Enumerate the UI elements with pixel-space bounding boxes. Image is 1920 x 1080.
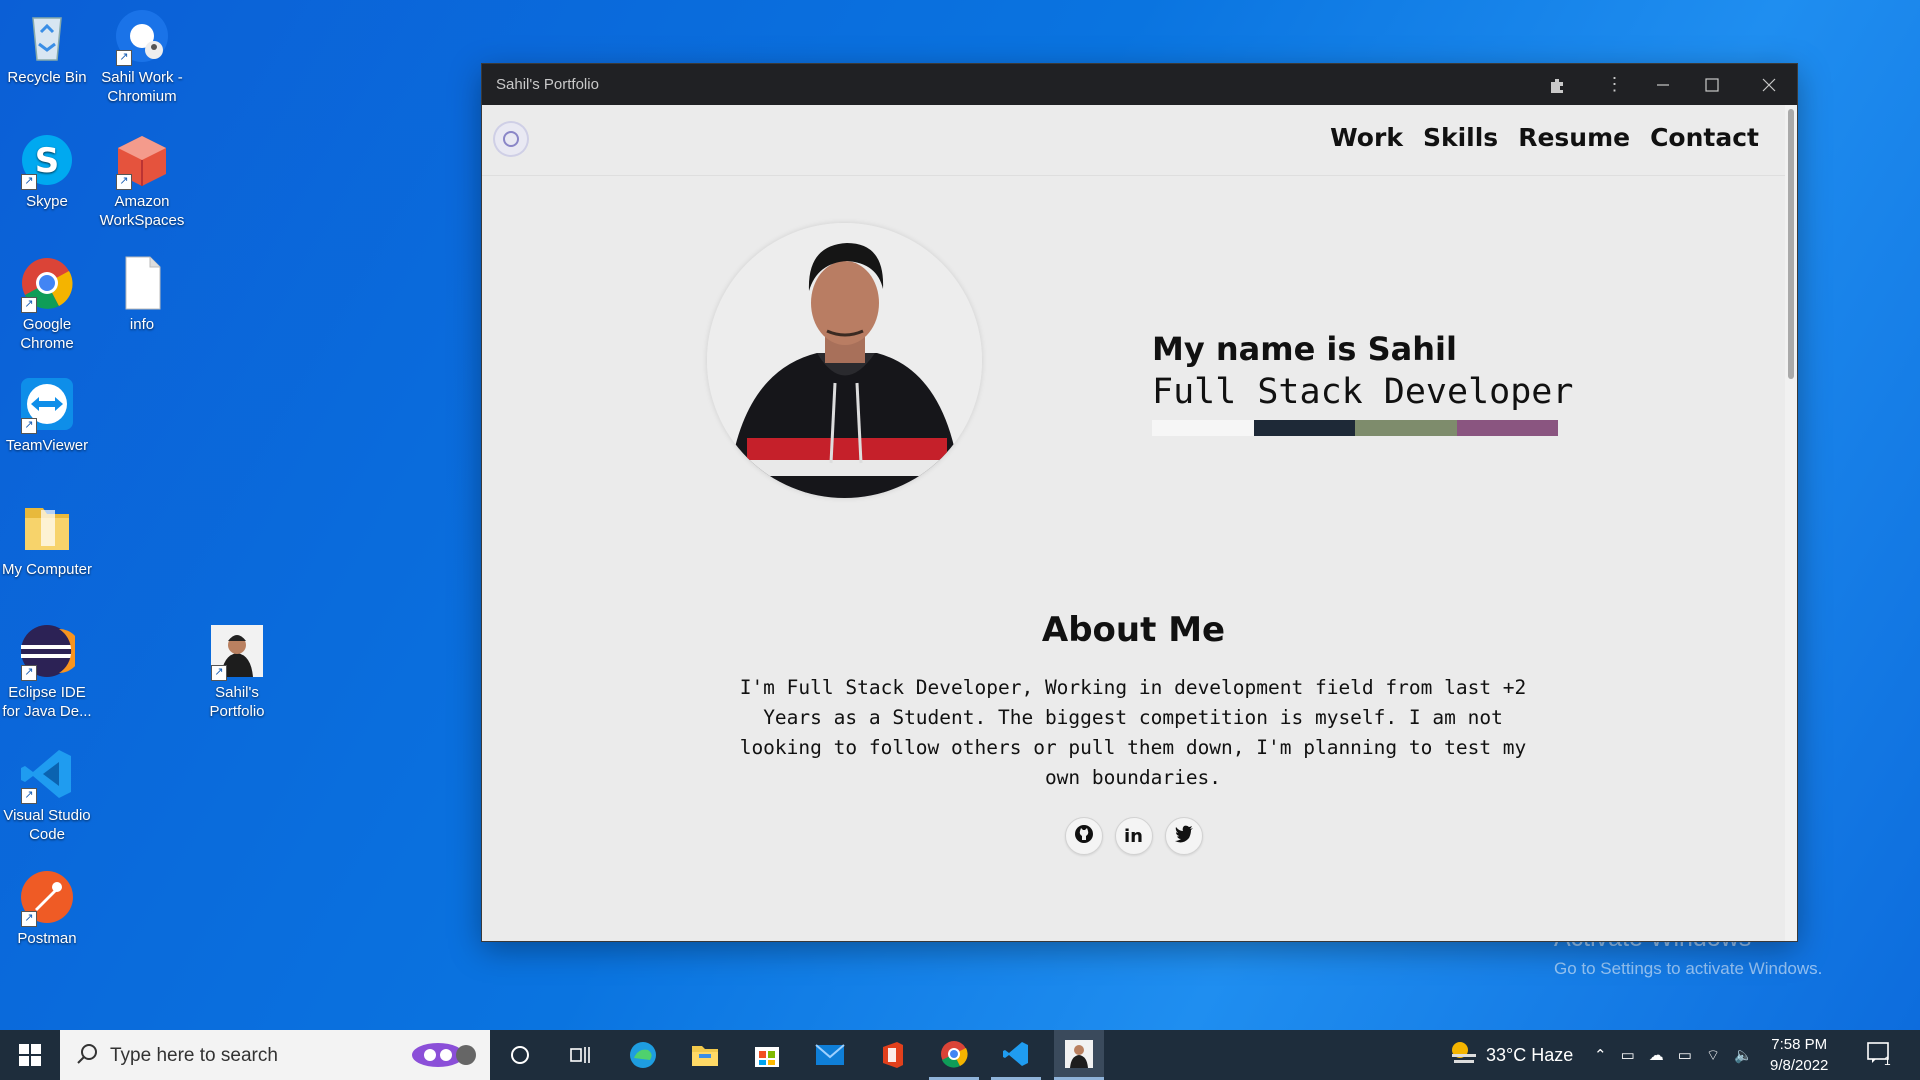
scrollbar-thumb[interactable]	[1788, 109, 1794, 379]
palette-swatch	[1456, 420, 1558, 436]
desktop-icon-google-chrome[interactable]: ↗ Google Chrome	[0, 255, 95, 353]
battery-icon[interactable]: ▭	[1678, 1046, 1692, 1064]
window-title: Sahil's Portfolio	[496, 76, 599, 93]
desktop-icon-postman[interactable]: ↗ Postman	[0, 869, 95, 948]
taskbar-search-box[interactable]: Type here to search	[60, 1030, 490, 1080]
desktop-icon-recycle-bin[interactable]: Recycle Bin	[0, 8, 95, 87]
search-icon	[76, 1043, 98, 1070]
notification-count: 1	[1884, 1054, 1891, 1068]
cortana-icon[interactable]	[495, 1030, 545, 1080]
site-navbar: Work Skills Resume Contact	[482, 105, 1785, 176]
nav-work[interactable]: Work	[1330, 123, 1403, 152]
portfolio-page: Work Skills Resume Contact My name is Sa…	[482, 105, 1785, 941]
edge-taskbar-icon[interactable]	[618, 1030, 668, 1080]
task-view-icon[interactable]	[555, 1030, 605, 1080]
wifi-icon[interactable]: ⌔	[1706, 1046, 1720, 1065]
twitter-icon	[1174, 825, 1194, 848]
nav-contact[interactable]: Contact	[1650, 123, 1759, 152]
more-menu-icon[interactable]: ⋮	[1586, 64, 1643, 105]
volume-icon[interactable]: 🔈	[1734, 1046, 1753, 1064]
recycle-bin-icon	[19, 8, 75, 64]
chrome-taskbar-icon[interactable]	[929, 1030, 979, 1080]
github-icon	[1074, 824, 1094, 849]
about-title: About Me	[1041, 610, 1226, 650]
desktop-icon-sahils-portfolio[interactable]: ↗ Sahil's Portfolio	[189, 623, 285, 721]
weather-haze-icon	[1448, 1040, 1478, 1071]
palette-swatch	[1253, 420, 1355, 436]
chrome-icon: ↗	[19, 255, 75, 313]
minimize-button[interactable]	[1643, 64, 1683, 105]
about-text: I'm Full Stack Developer, Working in dev…	[739, 676, 1527, 789]
store-taskbar-icon[interactable]	[742, 1030, 792, 1080]
text-file-icon	[114, 255, 170, 311]
palette-swatch	[1355, 420, 1457, 436]
desktop-icon-my-computer[interactable]: My Computer	[0, 500, 95, 579]
github-link[interactable]	[1064, 817, 1103, 855]
linkedin-link[interactable]: in	[1114, 817, 1153, 855]
nav-skills[interactable]: Skills	[1423, 123, 1498, 152]
portfolio-app-icon: ↗	[209, 623, 265, 681]
linkedin-icon: in	[1124, 825, 1143, 847]
nav-resume[interactable]: Resume	[1518, 123, 1630, 152]
desktop-icon-skype[interactable]: S ↗ Skype	[0, 132, 95, 211]
portfolio-window: Sahil's Portfolio ⋮ Work Skills Resume C…	[482, 64, 1797, 941]
taskbar: Type here to search 33°C Haze ⌃ ▭ ☁ ▭ ⌔ …	[0, 1030, 1920, 1080]
search-highlight-icon[interactable]	[408, 1038, 478, 1077]
windows-logo-icon	[19, 1044, 41, 1066]
profile-avatar	[707, 223, 982, 498]
desktop-icon-sahil-work-chromium[interactable]: ↗ Sahil Work - Chromium	[94, 8, 190, 106]
maximize-button[interactable]	[1683, 64, 1740, 105]
desktop-icon-visual-studio-code[interactable]: ↗ Visual Studio Code	[0, 746, 95, 844]
notification-center[interactable]: 1	[1866, 1030, 1891, 1080]
hero-text: My name is Sahil Full Stack Developer	[1152, 330, 1573, 436]
desktop-icon-eclipse-ide[interactable]: ↗ Eclipse IDE for Java De...	[0, 623, 95, 721]
start-button[interactable]	[0, 1030, 60, 1080]
clock[interactable]: 7:58 PM 9/8/2022	[1770, 1030, 1828, 1080]
desktop-icon-teamviewer[interactable]: ↗ TeamViewer	[0, 376, 95, 455]
twitter-link[interactable]	[1164, 817, 1203, 855]
social-links: in	[482, 817, 1785, 855]
skype-icon: S ↗	[19, 132, 75, 190]
amazon-workspaces-icon: ↗	[114, 132, 170, 190]
teamviewer-icon: ↗	[19, 376, 75, 434]
system-tray: ⌃ ▭ ☁ ▭ ⌔ 🔈	[1594, 1030, 1753, 1080]
desktop-icon-info[interactable]: info	[94, 255, 190, 334]
site-logo-icon[interactable]	[495, 123, 527, 155]
postman-icon: ↗	[19, 869, 75, 927]
file-explorer-taskbar-icon[interactable]	[680, 1030, 730, 1080]
svg-text:S: S	[35, 141, 60, 181]
vscode-taskbar-icon[interactable]	[991, 1030, 1041, 1080]
clock-date: 9/8/2022	[1770, 1057, 1829, 1074]
meet-now-icon[interactable]: ▭	[1621, 1046, 1635, 1064]
hero-role: Full Stack Developer	[1152, 372, 1574, 412]
hero-name: My name is Sahil	[1152, 330, 1457, 368]
chevron-up-icon[interactable]: ⌃	[1594, 1046, 1607, 1064]
color-palette-bar	[1152, 420, 1558, 436]
office-taskbar-icon[interactable]	[867, 1030, 917, 1080]
weather-text: 33°C Haze	[1486, 1044, 1574, 1065]
close-button[interactable]	[1740, 64, 1797, 105]
eclipse-icon: ↗	[19, 623, 81, 681]
weather-widget[interactable]: 33°C Haze	[1448, 1030, 1573, 1080]
mail-taskbar-icon[interactable]	[805, 1030, 855, 1080]
search-placeholder: Type here to search	[110, 1045, 278, 1066]
onedrive-icon[interactable]: ☁	[1649, 1046, 1664, 1064]
vscode-icon: ↗	[19, 746, 75, 804]
portfolio-taskbar-icon[interactable]	[1054, 1030, 1104, 1080]
desktop-icon-amazon-workspaces[interactable]: ↗ Amazon WorkSpaces	[94, 132, 190, 230]
clock-time: 7:58 PM	[1771, 1036, 1828, 1053]
nav-links: Work Skills Resume Contact	[1330, 123, 1759, 152]
extensions-icon[interactable]	[1528, 64, 1585, 105]
page-scrollbar[interactable]	[1785, 105, 1797, 941]
folder-icon	[19, 500, 75, 556]
chromium-profile-icon: ↗	[114, 8, 170, 66]
window-titlebar[interactable]: Sahil's Portfolio ⋮	[482, 64, 1797, 105]
palette-swatch	[1152, 420, 1254, 436]
